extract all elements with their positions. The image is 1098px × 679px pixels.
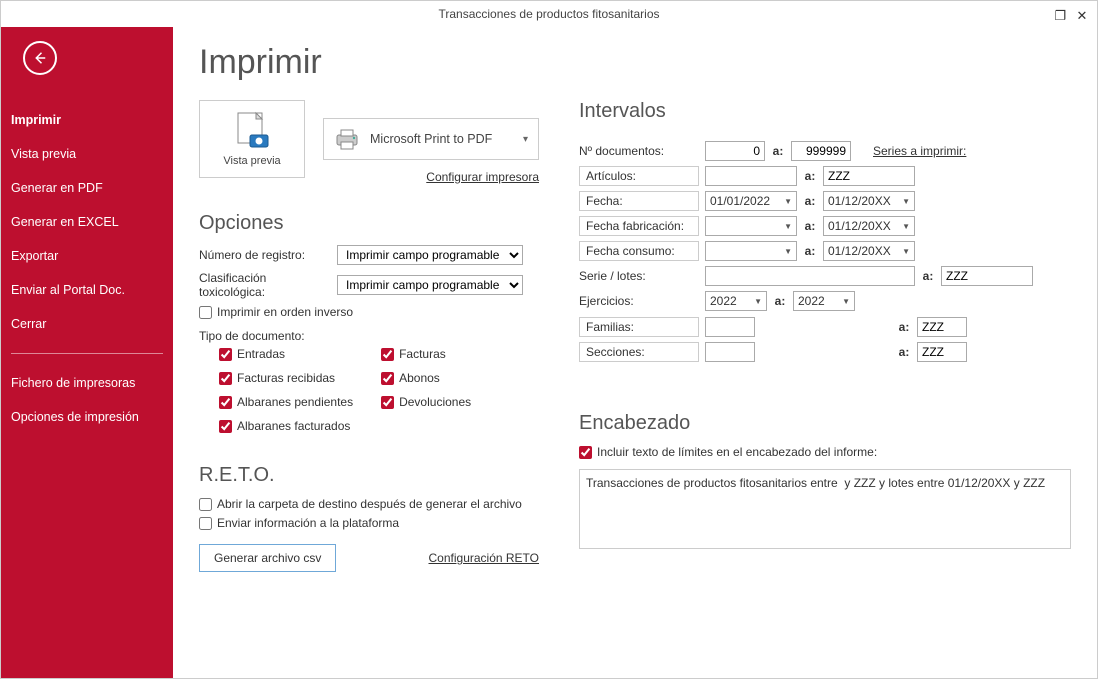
titlebar: Transacciones de productos fitosanitario…	[1, 1, 1097, 27]
serie-from-input[interactable]	[705, 266, 915, 286]
serie-to-input[interactable]	[941, 266, 1033, 286]
chevron-down-icon: ▼	[754, 297, 762, 306]
tox-class-label: Clasificación toxicológica:	[199, 271, 329, 299]
fam-from-input[interactable]	[705, 317, 755, 337]
reverse-order-label: Imprimir en orden inverso	[217, 305, 353, 319]
sidebar-item-5[interactable]: Enviar al Portal Doc.	[1, 273, 173, 307]
reg-number-select[interactable]: Imprimir campo programable 1	[337, 245, 523, 265]
preview-label: Vista previa	[223, 155, 280, 167]
encabezado-title: Encabezado	[579, 412, 1071, 435]
doctype-left-checkbox-3[interactable]	[219, 420, 232, 433]
ndoc-to-input[interactable]	[791, 141, 851, 161]
doctype-right-checkbox-2[interactable]	[381, 396, 394, 409]
fecha-label: Fecha:	[579, 191, 699, 211]
doc-type-label: Tipo de documento:	[199, 329, 539, 343]
page-title: Imprimir	[199, 43, 1071, 82]
ejer-to-select[interactable]: 2022▼	[793, 291, 855, 311]
header-textarea[interactable]: Transacciones de productos fitosanitario…	[579, 469, 1071, 549]
chevron-down-icon: ▼	[902, 222, 910, 231]
arrow-left-icon	[31, 49, 49, 67]
ndoc-from-input[interactable]	[705, 141, 765, 161]
chevron-down-icon: ▼	[784, 197, 792, 206]
art-from-input[interactable]	[705, 166, 797, 186]
chevron-down-icon: ▼	[842, 297, 850, 306]
generate-csv-button[interactable]: Generar archivo csv	[199, 544, 336, 572]
send-platform-label: Enviar información a la plataforma	[217, 516, 399, 530]
ffab-label: Fecha fabricación:	[579, 216, 699, 236]
fcon-to-select[interactable]: 01/12/20XX▼	[823, 241, 915, 261]
sidebar-secondary-item-1[interactable]: Opciones de impresión	[1, 400, 173, 434]
ejer-from-select[interactable]: 2022▼	[705, 291, 767, 311]
sidebar-secondary-item-0[interactable]: Fichero de impresoras	[1, 366, 173, 400]
chevron-down-icon: ▼	[784, 247, 792, 256]
include-limits-label: Incluir texto de límites en el encabezad…	[597, 445, 877, 459]
doctype-right-label-2: Devoluciones	[399, 395, 471, 409]
doctype-left-label-3: Albaranes facturados	[237, 419, 350, 433]
document-preview-icon	[234, 111, 270, 151]
doctype-left-checkbox-0[interactable]	[219, 348, 232, 361]
sec-to-input[interactable]	[917, 342, 967, 362]
doctype-left-label-0: Entradas	[237, 347, 285, 361]
tox-class-select[interactable]: Imprimir campo programable 2	[337, 275, 523, 295]
series-print-link[interactable]: Series a imprimir:	[873, 144, 966, 158]
ffab-to-select[interactable]: 01/12/20XX▼	[823, 216, 915, 236]
reg-number-label: Número de registro:	[199, 248, 329, 262]
serie-label: Serie / lotes:	[579, 267, 699, 285]
open-folder-checkbox[interactable]	[199, 498, 212, 511]
sidebar-item-1[interactable]: Vista previa	[1, 137, 173, 171]
sidebar-item-6[interactable]: Cerrar	[1, 307, 173, 341]
reverse-order-checkbox[interactable]	[199, 306, 212, 319]
printer-name: Microsoft Print to PDF	[370, 132, 492, 146]
doctype-right-label-1: Abonos	[399, 371, 440, 385]
fecha-to-select[interactable]: 01/12/20XX▼	[823, 191, 915, 211]
preview-button[interactable]: Vista previa	[199, 100, 305, 178]
ejer-label: Ejercicios:	[579, 292, 699, 310]
back-button[interactable]	[23, 41, 57, 75]
ffab-from-select[interactable]: ▼	[705, 216, 797, 236]
sidebar: ImprimirVista previaGenerar en PDFGenera…	[1, 27, 173, 678]
close-icon[interactable]: ✕	[1073, 3, 1091, 29]
fcon-label: Fecha consumo:	[579, 241, 699, 261]
sidebar-item-4[interactable]: Exportar	[1, 239, 173, 273]
include-limits-checkbox[interactable]	[579, 446, 592, 459]
configure-printer-link[interactable]: Configurar impresora	[426, 170, 539, 184]
art-label: Artículos:	[579, 166, 699, 186]
printer-icon	[334, 128, 360, 150]
options-title: Opciones	[199, 212, 539, 235]
chevron-down-icon: ▼	[784, 222, 792, 231]
sidebar-item-2[interactable]: Generar en PDF	[1, 171, 173, 205]
art-to-input[interactable]	[823, 166, 915, 186]
chevron-down-icon: ▼	[902, 247, 910, 256]
window-title: Transacciones de productos fitosanitario…	[438, 7, 659, 21]
doctype-left-checkbox-2[interactable]	[219, 396, 232, 409]
printer-select[interactable]: Microsoft Print to PDF ▾	[323, 118, 539, 160]
doctype-left-checkbox-1[interactable]	[219, 372, 232, 385]
chevron-down-icon: ▾	[523, 134, 528, 145]
sidebar-item-3[interactable]: Generar en EXCEL	[1, 205, 173, 239]
doctype-left-label-1: Facturas recibidas	[237, 371, 335, 385]
doctype-right-checkbox-0[interactable]	[381, 348, 394, 361]
sec-label: Secciones:	[579, 342, 699, 362]
maximize-icon[interactable]: ❐	[1051, 3, 1069, 29]
send-platform-checkbox[interactable]	[199, 517, 212, 530]
reto-title: R.E.T.O.	[199, 464, 539, 487]
ndoc-label: Nº documentos:	[579, 142, 699, 160]
open-folder-label: Abrir la carpeta de destino después de g…	[217, 497, 522, 511]
sidebar-item-0[interactable]: Imprimir	[1, 103, 173, 137]
fam-to-input[interactable]	[917, 317, 967, 337]
sec-from-input[interactable]	[705, 342, 755, 362]
fcon-from-select[interactable]: ▼	[705, 241, 797, 261]
doctype-right-label-0: Facturas	[399, 347, 446, 361]
chevron-down-icon: ▼	[902, 197, 910, 206]
intervals-title: Intervalos	[579, 100, 1071, 123]
fecha-from-select[interactable]: 01/01/2022▼	[705, 191, 797, 211]
reto-config-link[interactable]: Configuración RETO	[429, 551, 540, 565]
doctype-right-checkbox-1[interactable]	[381, 372, 394, 385]
sidebar-separator	[11, 353, 163, 354]
fam-label: Familias:	[579, 317, 699, 337]
a-label: a:	[771, 144, 785, 158]
doctype-left-label-2: Albaranes pendientes	[237, 395, 353, 409]
